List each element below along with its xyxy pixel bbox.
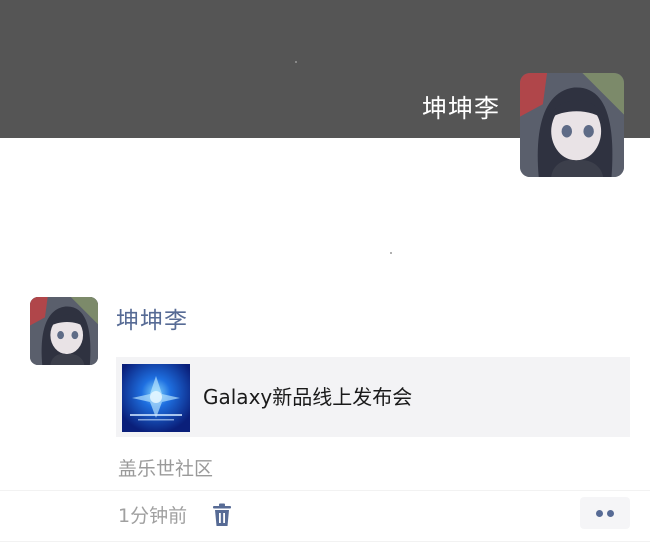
post-source[interactable]: 盖乐世社区 [118,456,213,482]
more-dots-icon [607,510,614,517]
post-time: 1分钟前 [118,505,188,527]
divider [0,541,650,542]
delete-icon [213,503,231,526]
cover-avatar[interactable] [520,73,624,177]
galaxy-thumbnail-icon [122,364,190,432]
more-dots-icon [596,510,603,517]
post-author-name[interactable]: 坤坤李 [116,306,188,336]
more-options-button[interactable] [580,497,630,529]
anime-girl-avatar-icon [520,73,624,177]
post-author-avatar[interactable] [30,297,98,365]
shared-link-title: Galaxy新品线上发布会 [203,385,413,409]
anime-girl-avatar-icon [30,297,98,365]
galaxy-launch-thumbnail [122,364,190,432]
cover-speck [295,61,297,63]
trash-icon[interactable] [211,503,233,527]
shared-link-card[interactable]: Galaxy新品线上发布会 [116,357,630,437]
cover-username[interactable]: 坤坤李 [422,93,500,125]
feed-speck [390,252,392,254]
divider [0,490,650,491]
